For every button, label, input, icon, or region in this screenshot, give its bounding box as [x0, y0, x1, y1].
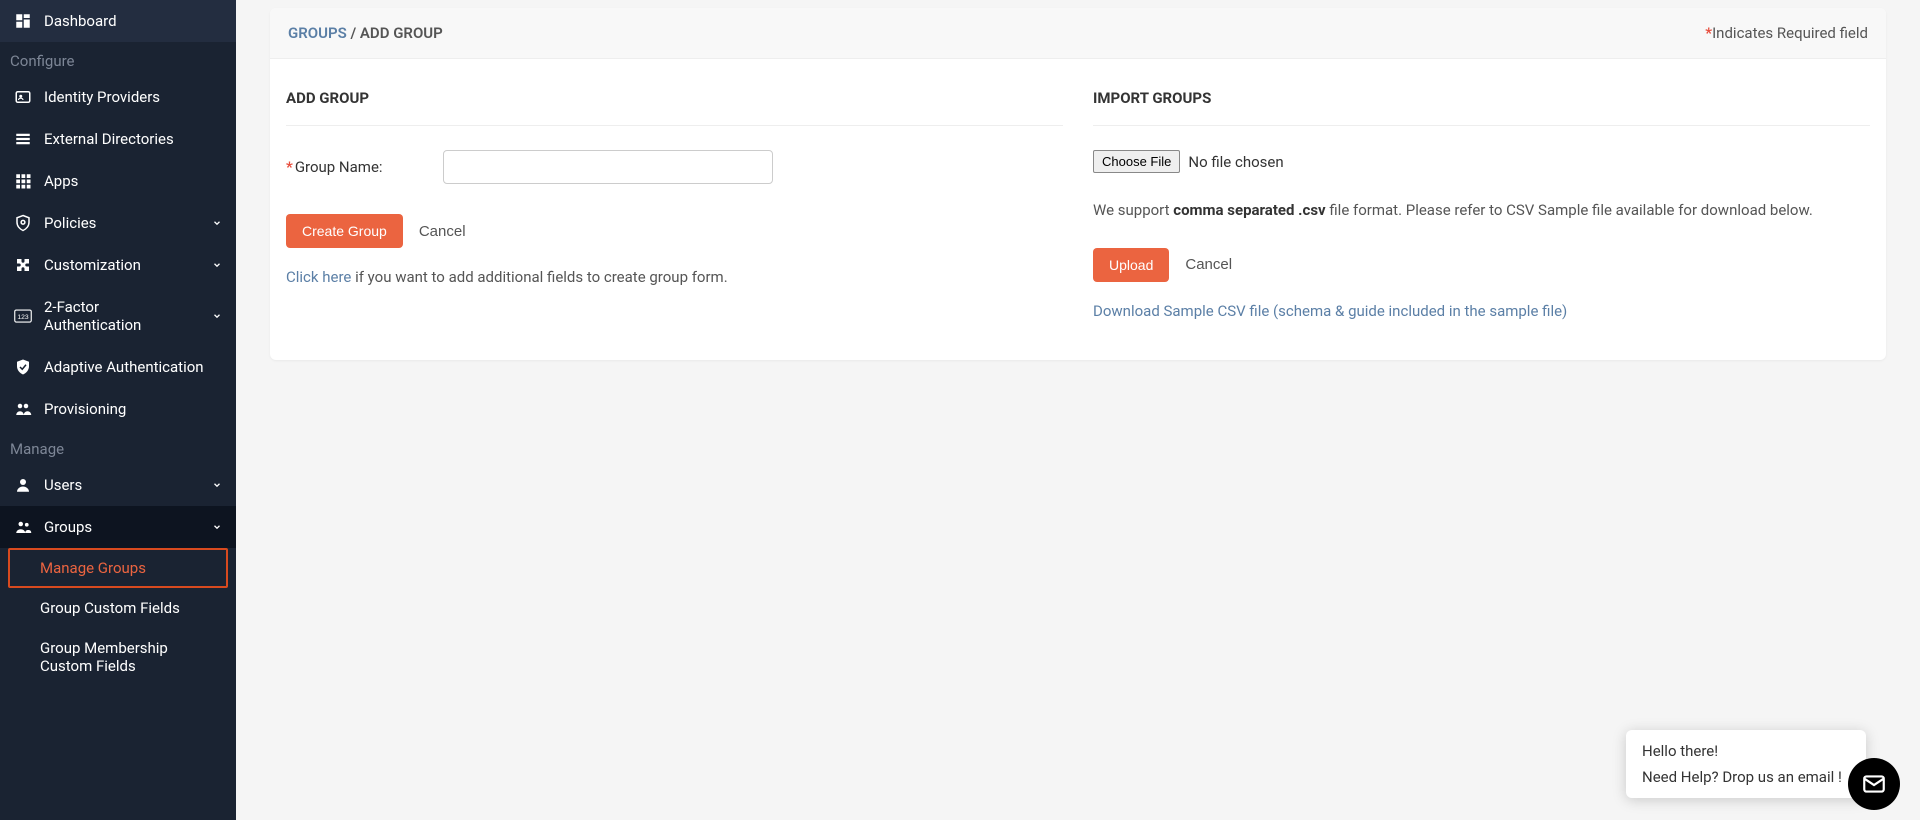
- id-card-icon: [14, 88, 32, 106]
- mail-icon: [1861, 771, 1887, 797]
- sidebar-label: Identity Providers: [44, 88, 222, 106]
- help-tooltip-line2: Need Help? Drop us an email !: [1642, 768, 1850, 786]
- grid-icon: [14, 172, 32, 190]
- user-icon: [14, 476, 32, 494]
- section-title-import-groups: IMPORT GROUPS: [1093, 89, 1870, 126]
- sidebar-item-provisioning[interactable]: Provisioning: [0, 388, 236, 430]
- section-title-add-group: ADD GROUP: [286, 89, 1063, 126]
- breadcrumb-current: ADD GROUP: [360, 24, 443, 42]
- chevron-down-icon: [212, 480, 222, 490]
- required-note-text: Indicates Required field: [1712, 24, 1868, 42]
- sidebar-label: Users: [44, 476, 200, 494]
- svg-text:123: 123: [17, 314, 29, 321]
- file-status: No file chosen: [1188, 153, 1283, 171]
- breadcrumb: GROUPS / ADD GROUP: [288, 24, 443, 42]
- chevron-down-icon: [212, 522, 222, 532]
- chevron-down-icon: [212, 260, 222, 270]
- sidebar-label: Customization: [44, 256, 200, 274]
- sidebar-label: Groups: [44, 518, 200, 536]
- import-actions: Upload Cancel: [1093, 248, 1870, 282]
- sidebar-section-manage: Manage: [0, 430, 236, 464]
- support-bold: comma separated .csv: [1173, 201, 1325, 219]
- card: GROUPS / ADD GROUP *Indicates Required f…: [270, 8, 1886, 360]
- label-text: Group Name:: [295, 158, 383, 176]
- shield-icon: [14, 214, 32, 232]
- help-tooltip: Hello there! Need Help? Drop us an email…: [1626, 730, 1866, 798]
- sidebar-item-2fa[interactable]: 123 2-Factor Authentication: [0, 286, 236, 346]
- card-header: GROUPS / ADD GROUP *Indicates Required f…: [270, 8, 1886, 59]
- sidebar-item-customization[interactable]: Customization: [0, 244, 236, 286]
- list-icon: [14, 130, 32, 148]
- upload-button[interactable]: Upload: [1093, 248, 1169, 282]
- chevron-down-icon: [212, 218, 222, 228]
- chat-fab-button[interactable]: [1848, 758, 1900, 810]
- sidebar-sub-group-custom-fields[interactable]: Group Custom Fields: [0, 588, 236, 628]
- choose-file-button[interactable]: Choose File: [1093, 150, 1180, 173]
- breadcrumb-link-groups[interactable]: GROUPS: [288, 24, 347, 42]
- sidebar-sub-manage-groups[interactable]: Manage Groups: [8, 548, 228, 588]
- sidebar-item-adaptive-auth[interactable]: Adaptive Authentication: [0, 346, 236, 388]
- asterisk-icon: *: [286, 158, 293, 176]
- sidebar-label: External Directories: [44, 130, 222, 148]
- numbers-icon: 123: [14, 307, 32, 325]
- main-content: GROUPS / ADD GROUP *Indicates Required f…: [236, 0, 1920, 820]
- sidebar-item-dashboard[interactable]: Dashboard: [0, 0, 236, 42]
- sidebar-sub-group-membership-fields[interactable]: Group Membership Custom Fields: [0, 628, 236, 686]
- support-pre: We support: [1093, 201, 1173, 219]
- dashboard-icon: [14, 12, 32, 30]
- users-icon: [14, 400, 32, 418]
- add-group-section: ADD GROUP *Group Name: Create Group Canc…: [286, 89, 1063, 320]
- group-icon: [14, 518, 32, 536]
- sidebar-item-external-directories[interactable]: External Directories: [0, 118, 236, 160]
- import-groups-section: IMPORT GROUPS Choose File No file chosen…: [1093, 89, 1870, 320]
- add-fields-hint: Click here if you want to add additional…: [286, 268, 1063, 286]
- csv-support-text: We support comma separated .csv file for…: [1093, 199, 1870, 222]
- chevron-down-icon: [212, 311, 222, 321]
- file-chooser-row: Choose File No file chosen: [1093, 150, 1870, 173]
- label-group-name: *Group Name:: [286, 158, 383, 176]
- puzzle-icon: [14, 256, 32, 274]
- add-group-actions: Create Group Cancel: [286, 214, 1063, 248]
- sidebar-section-configure: Configure: [0, 42, 236, 76]
- sidebar-item-groups[interactable]: Groups: [0, 506, 236, 548]
- sidebar-label: Apps: [44, 172, 222, 190]
- shield-check-icon: [14, 358, 32, 376]
- sidebar-item-users[interactable]: Users: [0, 464, 236, 506]
- sidebar-item-policies[interactable]: Policies: [0, 202, 236, 244]
- required-field-note: *Indicates Required field: [1705, 24, 1868, 42]
- support-post: file format. Please refer to CSV Sample …: [1326, 201, 1813, 219]
- sidebar-label: Dashboard: [44, 12, 222, 30]
- sidebar-item-identity-providers[interactable]: Identity Providers: [0, 76, 236, 118]
- cancel-button[interactable]: Cancel: [1185, 256, 1232, 273]
- create-group-button[interactable]: Create Group: [286, 214, 403, 248]
- cancel-button[interactable]: Cancel: [419, 223, 466, 240]
- sidebar-label: Provisioning: [44, 400, 222, 418]
- breadcrumb-sep: /: [350, 24, 356, 42]
- card-body: ADD GROUP *Group Name: Create Group Canc…: [270, 59, 1886, 360]
- group-name-input[interactable]: [443, 150, 773, 184]
- sidebar-label: Policies: [44, 214, 200, 232]
- form-row-group-name: *Group Name:: [286, 150, 1063, 184]
- sidebar-label: 2-Factor Authentication: [44, 298, 200, 334]
- sidebar-label: Adaptive Authentication: [44, 358, 222, 376]
- click-here-link[interactable]: Click here: [286, 268, 351, 286]
- help-tooltip-line1: Hello there!: [1642, 742, 1850, 760]
- download-sample-link[interactable]: Download Sample CSV file (schema & guide…: [1093, 302, 1870, 320]
- sidebar: Dashboard Configure Identity Providers E…: [0, 0, 236, 820]
- hint-text: if you want to add additional fields to …: [351, 268, 727, 286]
- sidebar-item-apps[interactable]: Apps: [0, 160, 236, 202]
